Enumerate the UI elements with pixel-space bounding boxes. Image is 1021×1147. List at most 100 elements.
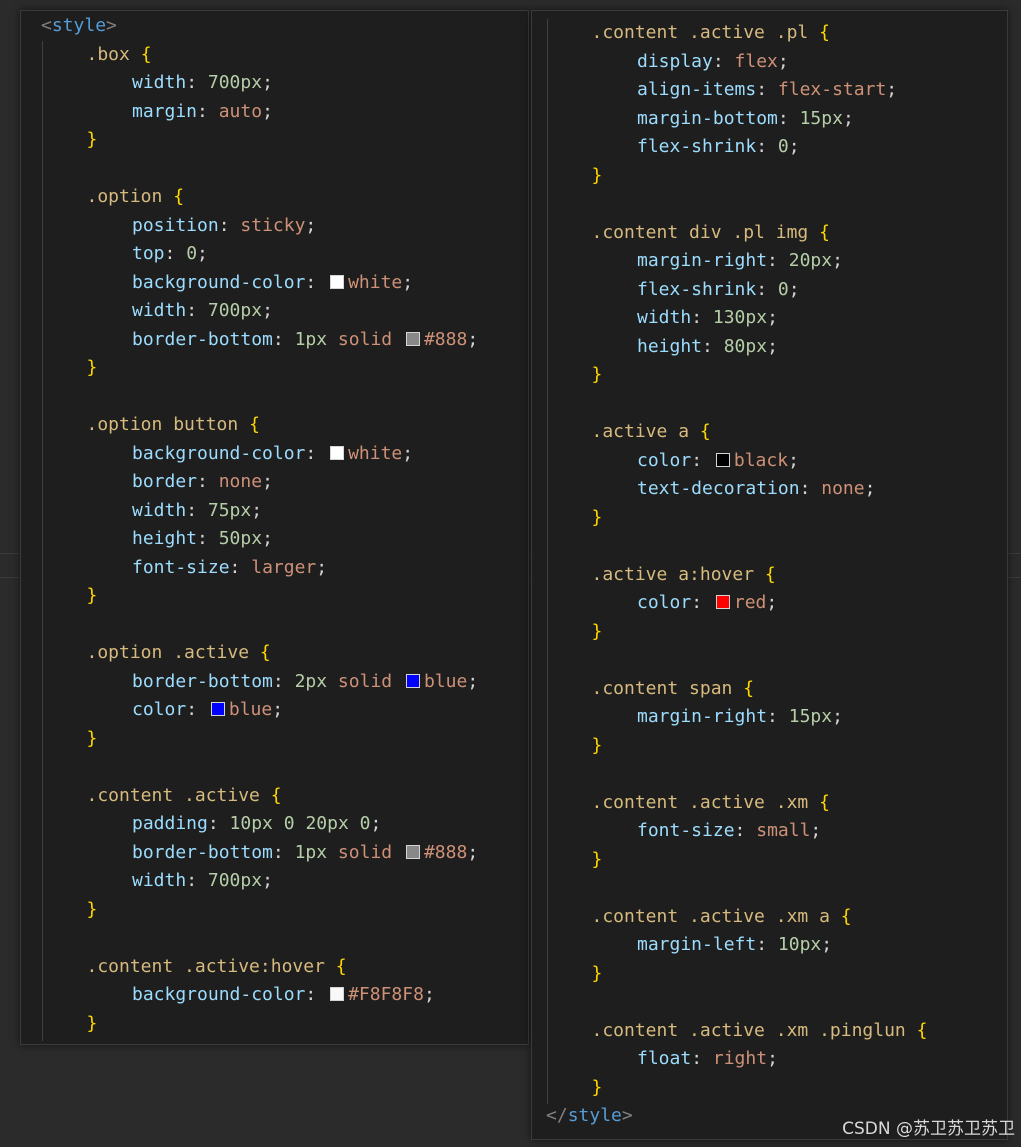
- code-token-punct: :: [229, 556, 252, 578]
- code-line[interactable]: text-decoration: none;: [637, 475, 875, 503]
- code-line[interactable]: margin-right: 20px;: [637, 247, 843, 275]
- code-line[interactable]: }: [87, 1010, 98, 1038]
- code-line[interactable]: width: 75px;: [132, 497, 262, 525]
- code-token-punct: :: [197, 471, 219, 492]
- code-line[interactable]: }: [87, 582, 98, 610]
- code-line[interactable]: }: [87, 354, 98, 382]
- code-token-punct: ;: [262, 870, 273, 891]
- code-token-brace: }: [591, 364, 603, 385]
- code-line[interactable]: height: 50px;: [132, 525, 273, 553]
- code-token-punct: [349, 813, 360, 834]
- code-line[interactable]: border: none;: [132, 468, 273, 496]
- code-line[interactable]: width: 700px;: [132, 867, 273, 895]
- code-line[interactable]: }: [592, 618, 603, 646]
- code-token-punct: :: [799, 478, 822, 499]
- code-line[interactable]: }: [592, 960, 603, 988]
- code-token-sel: .box: [86, 43, 141, 65]
- code-line[interactable]: .box {: [87, 41, 152, 69]
- code-line[interactable]: color: red;: [637, 589, 777, 617]
- code-line[interactable]: font-size: small;: [637, 817, 821, 845]
- code-token-punct: ;: [251, 499, 263, 521]
- color-swatch[interactable]: [210, 702, 225, 716]
- code-token-angle: </: [546, 1105, 568, 1126]
- code-line[interactable]: width: 130px;: [637, 304, 778, 332]
- code-token-punct: ;: [832, 250, 843, 271]
- code-token-prop: margin: [132, 100, 198, 122]
- code-line[interactable]: .option button {: [87, 411, 260, 439]
- code-line[interactable]: }: [592, 846, 603, 874]
- code-line[interactable]: .option {: [87, 183, 185, 211]
- code-token-punct: ;: [864, 478, 876, 499]
- code-line[interactable]: .content span {: [592, 675, 755, 703]
- code-line[interactable]: .active a:hover {: [592, 561, 776, 589]
- code-line[interactable]: border-bottom: 1px solid #888;: [132, 326, 478, 354]
- code-line[interactable]: }: [592, 361, 603, 389]
- code-line[interactable]: .content .active .xm {: [592, 789, 830, 817]
- code-line[interactable]: top: 0;: [132, 240, 208, 268]
- code-line[interactable]: margin-right: 15px;: [637, 703, 843, 731]
- code-line[interactable]: align-items: flex-start;: [637, 76, 897, 104]
- code-line[interactable]: .content .active {: [87, 782, 282, 810]
- code-line[interactable]: flex-shrink: 0;: [637, 276, 800, 304]
- code-line[interactable]: .content .active .pl {: [592, 19, 830, 47]
- color-swatch[interactable]: [715, 595, 730, 609]
- code-line[interactable]: .active a {: [592, 418, 711, 446]
- code-line[interactable]: }: [592, 504, 603, 532]
- color-swatch[interactable]: [715, 452, 730, 467]
- code-token-brace: }: [591, 164, 603, 186]
- code-line[interactable]: height: 80px;: [637, 333, 778, 361]
- code-line[interactable]: width: 700px;: [132, 297, 273, 325]
- code-line[interactable]: margin-left: 10px;: [637, 931, 832, 959]
- code-line[interactable]: border-bottom: 2px solid blue;: [132, 668, 478, 696]
- code-line[interactable]: position: sticky;: [132, 212, 316, 240]
- code-line[interactable]: color: black;: [637, 447, 799, 475]
- code-panel-left[interactable]: <style> .box {width: 700px; margin: auto;}…: [20, 10, 529, 1045]
- color-swatch[interactable]: [330, 987, 345, 1001]
- code-line[interactable]: border-bottom: 1px solid #888;: [132, 839, 478, 867]
- code-token-sel: .content span: [591, 677, 744, 699]
- color-swatch[interactable]: [330, 274, 345, 289]
- code-line[interactable]: </style>: [546, 1102, 633, 1130]
- code-line[interactable]: width: 700px;: [132, 69, 273, 97]
- code-line[interactable]: float: right;: [637, 1045, 778, 1073]
- code-token-prop: height: [637, 335, 703, 357]
- indent-guide: [42, 41, 43, 1041]
- code-line[interactable]: }: [87, 896, 98, 924]
- code-line[interactable]: display: flex;: [637, 48, 789, 76]
- code-line[interactable]: background-color: white;: [132, 269, 413, 297]
- code-line[interactable]: }: [87, 126, 98, 154]
- color-swatch[interactable]: [405, 331, 420, 346]
- code-line[interactable]: background-color: #F8F8F8;: [132, 981, 435, 1009]
- code-line[interactable]: .content .active:hover {: [87, 953, 347, 981]
- color-swatch[interactable]: [330, 445, 345, 460]
- code-token-sel: .option .active: [86, 642, 260, 663]
- code-line[interactable]: color: blue;: [132, 696, 283, 724]
- code-token-prop: margin-left: [637, 934, 757, 955]
- code-token-punct: ;: [810, 820, 822, 841]
- code-line[interactable]: .option .active {: [87, 639, 271, 667]
- code-line[interactable]: .content .active .xm a {: [592, 903, 852, 931]
- code-line[interactable]: font-size: larger;: [132, 554, 327, 582]
- code-line[interactable]: background-color: white;: [132, 440, 413, 468]
- code-line[interactable]: }: [87, 725, 98, 753]
- code-line[interactable]: }: [592, 732, 603, 760]
- code-line[interactable]: }: [592, 1074, 603, 1102]
- code-token-brace: {: [699, 421, 711, 442]
- code-token-punct: ;: [402, 442, 414, 464]
- code-line[interactable]: <style>: [41, 12, 117, 40]
- code-token-punct: ;: [262, 300, 273, 321]
- csdn-watermark: CSDN @苏卫苏卫苏卫: [842, 1119, 1015, 1139]
- code-panel-right[interactable]: .content .active .pl {display: flex; alig…: [531, 10, 1008, 1140]
- code-line[interactable]: .content div .pl img {: [592, 219, 830, 247]
- code-token-angle: >: [621, 1105, 633, 1126]
- code-line[interactable]: flex-shrink: 0;: [637, 133, 800, 161]
- code-token-sel: .option button: [86, 414, 250, 435]
- color-swatch[interactable]: [405, 673, 420, 688]
- code-line[interactable]: .content .active .xm .pinglun {: [592, 1017, 928, 1045]
- code-line[interactable]: margin: auto;: [132, 98, 273, 126]
- code-line[interactable]: padding: 10px 0 20px 0;: [132, 810, 381, 838]
- code-token-punct: ;: [370, 813, 382, 834]
- code-line[interactable]: }: [592, 162, 603, 190]
- color-swatch[interactable]: [405, 844, 420, 859]
- code-line[interactable]: margin-bottom: 15px;: [637, 105, 854, 133]
